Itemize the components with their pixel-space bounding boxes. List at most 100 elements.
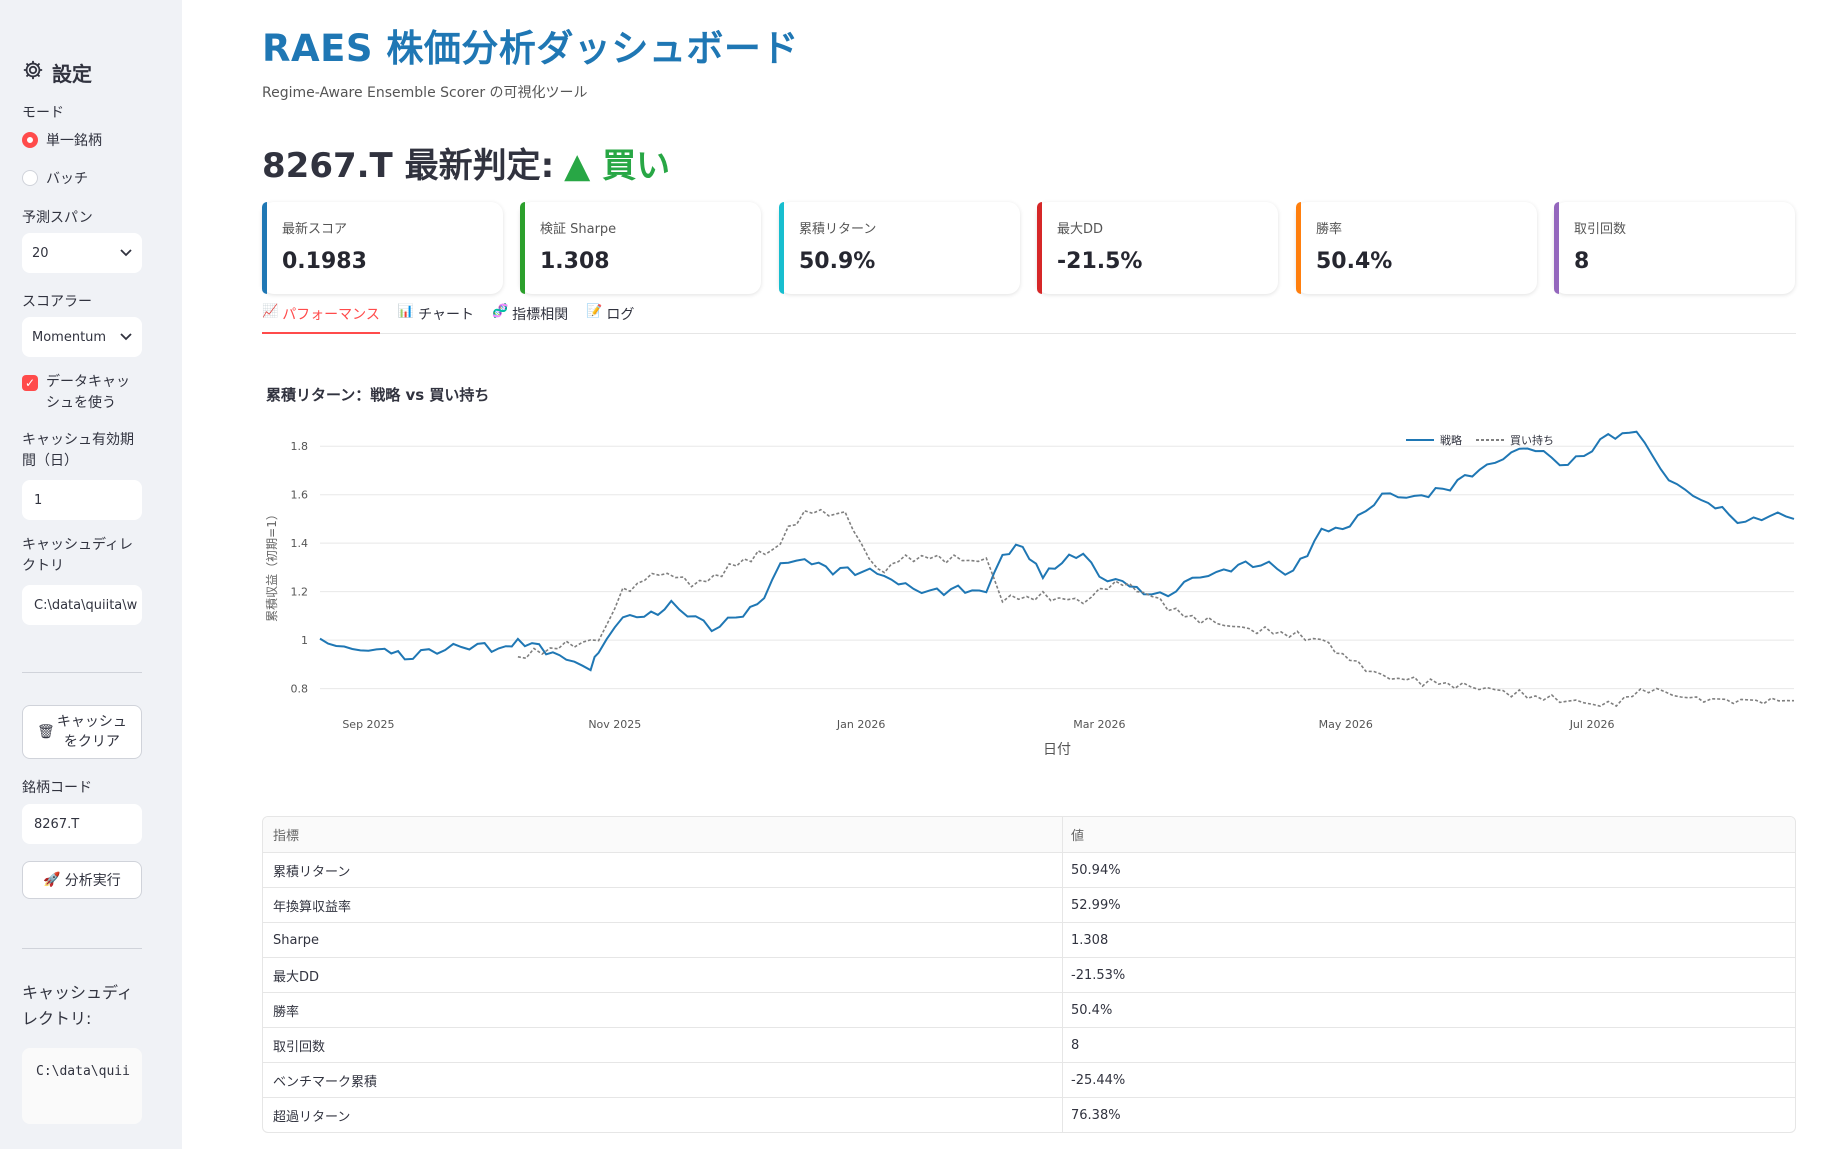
cache-checkbox[interactable]: ✓ データキャッシュを使う [22,372,142,414]
mode-radio-single[interactable]: 単一銘柄 [22,130,102,150]
cache-dir-info-label: キャッシュディレクトリ: [22,983,133,1028]
bar-chart-icon: 📊 [397,304,415,319]
span-select-value: 20 [32,245,49,261]
cache-days-input[interactable]: 1 [22,480,142,520]
scorer-label: スコアラー [22,294,92,310]
y-tick-label: 1.4 [291,537,309,550]
run-analysis-button-label: 分析実行 [64,873,121,889]
sidebar-header-label: 設定 [52,62,92,86]
span-label: 予測スパン [22,210,93,226]
table-header-row: 指標 値 [263,817,1795,852]
x-tick-label: Nov 2025 [588,718,641,731]
tab-performance[interactable]: 📈 パフォーマンス [262,302,380,334]
mode-radio-batch[interactable]: バッチ [22,168,88,188]
tab-log[interactable]: 📝 ログ [586,302,634,334]
tab-label: 指標相関 [512,307,569,323]
x-tick-label: Jan 2026 [836,718,885,731]
table-cell-value: 1.308 [1071,932,1109,948]
sidebar: 設定 モード 単一銘柄 バッチ 予測スパン 20 スコアラー Momentum … [0,0,182,1149]
x-tick-label: Mar 2026 [1073,718,1125,731]
verdict-prefix: 8267.T 最新判定: [262,146,555,186]
cache-dir-code: C:\data\quii [22,1048,142,1124]
metric-value: 0.1983 [282,249,367,274]
metric-label: 最新スコア [282,222,348,237]
table-cell-value: 52.99% [1071,897,1121,913]
table-cell-value: -25.44% [1071,1072,1126,1088]
rocket-icon: 🚀 [43,872,61,888]
table-cell-value: 8 [1071,1037,1080,1053]
series-line-strategy [319,430,1795,672]
legend-label: 戦略 [1440,433,1462,447]
y-tick-label: 1.8 [291,440,309,453]
dna-icon: 🧬 [491,304,509,319]
table-row: 年換算収益率 52.99% [263,887,1795,922]
scorer-select-value: Momentum [32,329,107,345]
cache-dir-input[interactable]: C:\data\quiita\w [22,585,142,625]
metric-card-trade-count: 取引回数 8 [1554,202,1795,294]
clear-cache-button-label: キャッシュをクリア [56,714,127,750]
cache-dir-label: キャッシュディレクトリ [22,537,134,574]
table-cell-metric: ベンチマーク累積 [263,1063,1063,1097]
tab-label: チャート [418,307,474,323]
metric-value: -21.5% [1057,249,1143,274]
metrics-table: 指標 値 累積リターン 50.94% 年換算収益率 52.99% Sharpe 1.3… [262,816,1796,1133]
table-cell-metric: Sharpe [263,923,1063,957]
checkmark-icon: ✓ [22,375,38,391]
table-cell-metric: 超過リターン [263,1098,1063,1132]
metric-label: 最大DD [1057,222,1104,237]
table-cell-metric: 取引回数 [263,1028,1063,1062]
memo-icon: 📝 [586,304,603,319]
table-cell-value: -21.53% [1071,967,1126,983]
x-axis-label: 日付 [1043,742,1071,758]
metric-card-max-dd: 最大DD -21.5% [1037,202,1278,294]
metric-card-cumulative-return: 累積リターン 50.9% [779,202,1020,294]
sidebar-header: 設定 [22,58,92,87]
x-tick-label: Jul 2026 [1569,718,1615,731]
chart-up-icon: 📈 [262,304,279,319]
x-tick-label: May 2026 [1319,718,1373,731]
sidebar-divider [22,672,142,673]
metric-card-sharpe: 検証 Sharpe 1.308 [520,202,761,294]
chart-title: 累積リターン：戦略 vs 買い持ち [266,386,490,404]
chevron-down-icon [120,246,132,261]
table-row: 最大DD -21.53% [263,957,1795,992]
y-tick-label: 1.2 [291,586,309,599]
table-row: ベンチマーク累積 -25.44% [263,1062,1795,1097]
trash-icon: 🗑 [37,724,55,740]
metric-card-score: 最新スコア 0.1983 [262,202,503,294]
span-select[interactable]: 20 [22,233,142,273]
radio-unselected-icon [22,170,38,186]
cache-days-label: キャッシュ有効期間（日） [22,432,134,469]
scorer-select[interactable]: Momentum [22,317,142,357]
sidebar-divider [22,948,142,949]
tab-bar: 📈 パフォーマンス 📊 チャート 🧬 指標相関 📝 ログ [262,302,1796,334]
table-header-cell: 指標 [263,817,1063,852]
table-cell-metric: 累積リターン [263,853,1063,887]
clear-cache-button[interactable]: 🗑 キャッシュをクリア [22,705,142,759]
chevron-down-icon [120,330,132,345]
run-analysis-button[interactable]: 🚀 分析実行 [22,861,142,899]
cumulative-return-chart: 0.8 1 1.2 1.4 1.6 1.8 Sep 2025 Nov 2025 Jan 2026… [264,430,1795,758]
ticker-input[interactable]: 8267.T [22,804,142,844]
metric-value: 50.9% [799,249,876,274]
y-tick-label: 0.8 [291,683,309,696]
table-cell-value: 50.94% [1071,862,1121,878]
metric-label: 取引回数 [1574,222,1627,237]
metric-card-win-rate: 勝率 50.4% [1296,202,1537,294]
table-cell-metric: 最大DD [263,958,1063,992]
legend-label: 買い持ち [1510,433,1554,447]
tab-label: ログ [606,307,635,323]
table-row: 超過リターン 76.38% [263,1097,1795,1132]
table-row: 勝率 50.4% [263,992,1795,1027]
metric-value: 1.308 [540,249,610,274]
series-line-buy-and-hold [517,508,1795,708]
gear-icon [22,59,44,86]
table-row: 累積リターン 50.94% [263,852,1795,887]
table-cell-metric: 勝率 [263,993,1063,1027]
tab-correlation[interactable]: 🧬 指標相関 [492,302,568,334]
metric-value: 8 [1574,249,1590,274]
cache-checkbox-label: データキャッシュを使う [46,374,130,411]
tab-chart[interactable]: 📊 チャート [398,302,474,334]
y-tick-label: 1 [301,634,308,647]
metric-label: 累積リターン [799,222,877,237]
